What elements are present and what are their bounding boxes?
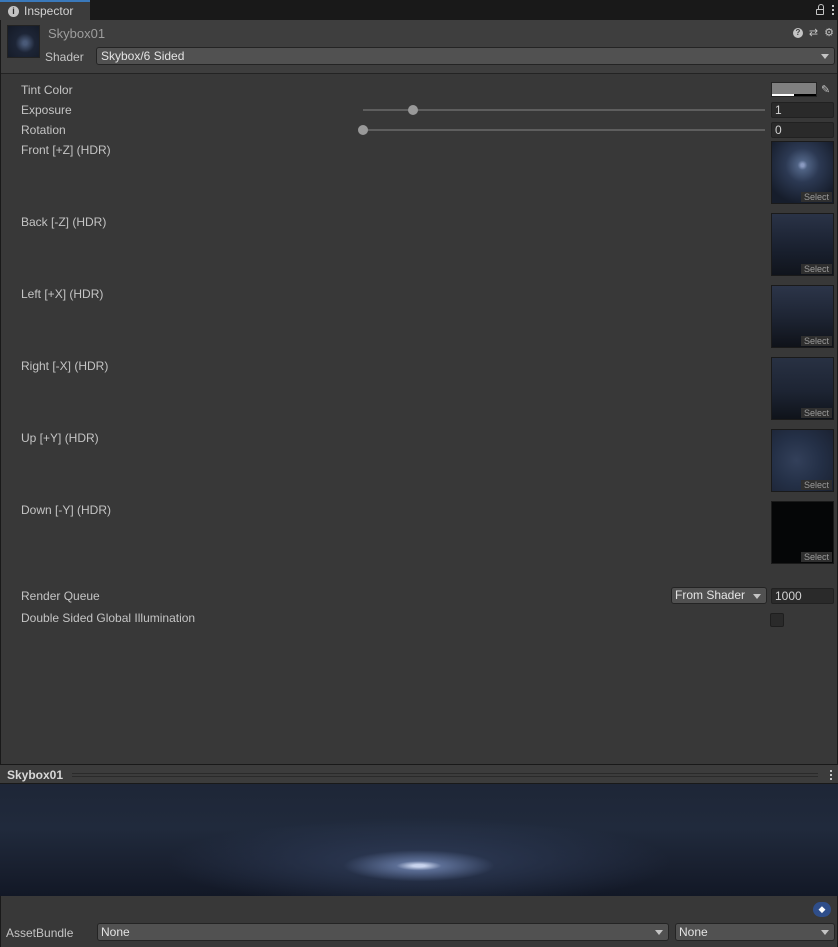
shader-label: Shader [45, 50, 84, 64]
texture-slot-down[interactable]: Select [771, 501, 834, 564]
chevron-down-icon [753, 594, 761, 599]
gear-icon[interactable]: ⚙ [824, 26, 834, 39]
preset-icon[interactable]: ⇄ [809, 26, 818, 39]
skybox-preview[interactable] [0, 784, 838, 896]
double-sided-gi-checkbox[interactable] [770, 613, 784, 627]
exposure-label: Exposure [21, 103, 72, 117]
shader-value: Skybox/6 Sided [101, 49, 185, 63]
select-button[interactable]: Select [800, 336, 832, 346]
more-menu-icon[interactable] [832, 5, 834, 15]
texture-label-right: Right [-X] (HDR) [21, 359, 109, 373]
asset-bundle-name-dropdown[interactable]: None [97, 923, 669, 941]
chevron-down-icon [821, 930, 829, 935]
tint-color-swatch[interactable] [771, 82, 817, 97]
asset-bundle-name-value: None [101, 925, 130, 939]
exposure-input[interactable]: 1 [771, 102, 834, 118]
exposure-slider-knob[interactable] [408, 105, 419, 115]
tint-color-label: Tint Color [21, 83, 73, 97]
asset-bundle-variant-value: None [679, 925, 708, 939]
rotation-slider-knob[interactable] [358, 125, 368, 135]
tab-bar: i Inspector [0, 0, 838, 20]
eyedropper-icon[interactable]: ✎ [821, 83, 830, 96]
texture-label-front: Front [+Z] (HDR) [21, 143, 111, 157]
render-queue-label: Render Queue [21, 589, 100, 603]
select-button[interactable]: Select [800, 480, 832, 490]
render-queue-mode-value: From Shader [675, 588, 746, 602]
texture-slot-left[interactable]: Select [771, 285, 834, 348]
inspector-panel: Skybox01 ? ⇄ ⚙ Shader Skybox/6 Sided Tin… [0, 20, 838, 764]
info-icon: i [8, 5, 19, 17]
texture-label-up: Up [+Y] (HDR) [21, 431, 99, 445]
more-menu-icon[interactable] [830, 770, 832, 780]
help-icon[interactable]: ? [792, 27, 803, 38]
texture-slot-front[interactable]: Select [771, 141, 834, 204]
preview-drag-handle[interactable] [72, 773, 818, 777]
shader-dropdown[interactable]: Skybox/6 Sided [96, 47, 835, 65]
preview-header[interactable]: Skybox01 [0, 764, 838, 784]
texture-label-back: Back [-Z] (HDR) [21, 215, 107, 229]
header-icons: ? ⇄ ⚙ [792, 26, 834, 39]
asset-bundle-label: AssetBundle [6, 926, 74, 940]
rotation-input[interactable]: 0 [771, 122, 834, 138]
select-button[interactable]: Select [800, 408, 832, 418]
rotation-slider[interactable] [363, 129, 765, 131]
tag-icon[interactable]: ◆ [813, 902, 831, 917]
chevron-down-icon [655, 930, 663, 935]
asset-bundle-footer: ◆ AssetBundle None None [0, 896, 838, 947]
alpha-bar-dark [794, 94, 816, 96]
render-queue-mode-dropdown[interactable]: From Shader [671, 587, 767, 604]
texture-label-left: Left [+X] (HDR) [21, 287, 104, 301]
texture-slot-up[interactable]: Select [771, 429, 834, 492]
texture-slot-back[interactable]: Select [771, 213, 834, 276]
material-name: Skybox01 [48, 26, 106, 41]
preview-title: Skybox01 [7, 768, 64, 782]
texture-label-down: Down [-Y] (HDR) [21, 503, 112, 517]
select-button[interactable]: Select [800, 264, 832, 274]
material-thumbnail [7, 25, 40, 58]
lock-icon[interactable] [816, 4, 824, 15]
chevron-down-icon [821, 54, 829, 59]
render-queue-input[interactable]: 1000 [771, 588, 834, 604]
rotation-label: Rotation [21, 123, 66, 137]
tab-label: Inspector [24, 4, 74, 18]
tab-actions [816, 0, 834, 20]
select-button[interactable]: Select [800, 192, 832, 202]
material-header: Skybox01 ? ⇄ ⚙ Shader Skybox/6 Sided [1, 20, 837, 74]
double-sided-gi-label: Double Sided Global Illumination [21, 611, 196, 625]
exposure-slider[interactable] [363, 109, 765, 111]
texture-slot-right[interactable]: Select [771, 357, 834, 420]
asset-bundle-variant-dropdown[interactable]: None [675, 923, 835, 941]
select-button[interactable]: Select [800, 552, 832, 562]
tab-inspector[interactable]: i Inspector [0, 0, 90, 20]
alpha-bar [772, 94, 794, 96]
